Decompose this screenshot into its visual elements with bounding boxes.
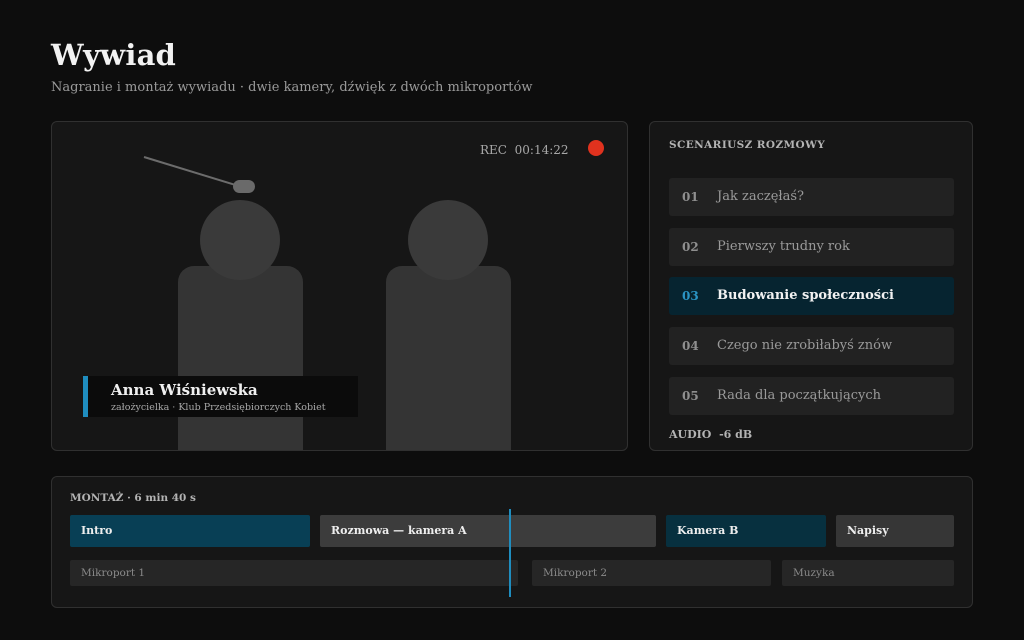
clip-label: Rozmowa — kamera A bbox=[331, 524, 467, 537]
script-item-01[interactable]: 01 Jak zaczęłaś? bbox=[669, 178, 954, 216]
script-item-05[interactable]: 05 Rada dla początkujących bbox=[669, 377, 954, 415]
script-item-04[interactable]: 04 Czego nie zrobiłabyś znów bbox=[669, 327, 954, 365]
interviewee-silhouette-body bbox=[178, 266, 303, 450]
page-subtitle: Nagranie i montaż wywiadu · dwie kamery,… bbox=[51, 80, 533, 95]
script-item-02[interactable]: 02 Pierwszy trudny rok bbox=[669, 228, 954, 266]
interviewee-silhouette-head bbox=[200, 200, 280, 280]
timeline-heading: MONTAŻ · 6 min 40 s bbox=[70, 492, 196, 504]
lower-third-accent-bar bbox=[83, 376, 88, 417]
guest-name: Anna Wiśniewska bbox=[111, 381, 258, 399]
script-item-number: 01 bbox=[682, 190, 699, 204]
script-item-text: Pierwszy trudny rok bbox=[717, 239, 850, 254]
clip-intro[interactable]: Intro bbox=[70, 515, 310, 547]
script-item-number: 05 bbox=[682, 389, 699, 403]
clip-camera-a[interactable]: Rozmowa — kamera A bbox=[320, 515, 656, 547]
script-item-text: Rada dla początkujących bbox=[717, 388, 881, 403]
clip-camera-b[interactable]: Kamera B bbox=[666, 515, 826, 547]
clip-captions[interactable]: Napisy bbox=[836, 515, 954, 547]
script-item-text: Jak zaczęłaś? bbox=[717, 189, 805, 204]
boom-mic-icon bbox=[233, 180, 255, 193]
script-item-number: 03 bbox=[682, 289, 699, 303]
script-item-text: Budowanie społeczności bbox=[717, 288, 894, 303]
rec-timecode: 00:14:22 bbox=[514, 143, 569, 157]
audio-track-label: Mikroport 2 bbox=[543, 567, 608, 579]
audio-track-mic-1[interactable]: Mikroport 1 bbox=[70, 560, 518, 586]
clip-label: Intro bbox=[81, 524, 113, 537]
guest-role: założycielka · Klub Przedsiębiorczych Ko… bbox=[111, 402, 326, 413]
camera-preview[interactable]: REC 00:14:22 Anna Wiśniewska założycielk… bbox=[51, 121, 628, 451]
interviewer-silhouette-body bbox=[386, 266, 511, 450]
audio-track-label: Muzyka bbox=[793, 567, 835, 579]
clip-label: Kamera B bbox=[677, 524, 739, 537]
edit-timeline: MONTAŻ · 6 min 40 s Intro Rozmowa — kame… bbox=[51, 476, 973, 608]
interviewer-silhouette-head bbox=[408, 200, 488, 280]
page-title: Wywiad bbox=[51, 38, 177, 72]
script-item-text: Czego nie zrobiłabyś znów bbox=[717, 338, 893, 353]
rec-indicator: REC 00:14:22 bbox=[480, 143, 569, 157]
audio-track-mic-2[interactable]: Mikroport 2 bbox=[532, 560, 771, 586]
script-item-number: 02 bbox=[682, 240, 699, 254]
audio-track-label: Mikroport 1 bbox=[81, 567, 146, 579]
script-item-number: 04 bbox=[682, 339, 699, 353]
audio-level-indicator: AUDIO -6 dB bbox=[669, 428, 752, 441]
boom-mic-pole bbox=[143, 156, 239, 187]
rec-label: REC bbox=[480, 143, 507, 157]
clip-label: Napisy bbox=[847, 524, 889, 537]
script-panel: SCENARIUSZ ROZMOWY 01 Jak zaczęłaś? 02 P… bbox=[649, 121, 973, 451]
audio-level-value: -6 dB bbox=[719, 428, 753, 441]
lower-third-caption: Anna Wiśniewska założycielka · Klub Prze… bbox=[83, 376, 358, 417]
audio-label: AUDIO bbox=[669, 428, 712, 441]
record-dot-icon[interactable] bbox=[588, 140, 604, 156]
script-item-03[interactable]: 03 Budowanie społeczności bbox=[669, 277, 954, 315]
audio-track-music[interactable]: Muzyka bbox=[782, 560, 954, 586]
playhead[interactable] bbox=[509, 509, 511, 597]
script-heading: SCENARIUSZ ROZMOWY bbox=[669, 139, 826, 151]
